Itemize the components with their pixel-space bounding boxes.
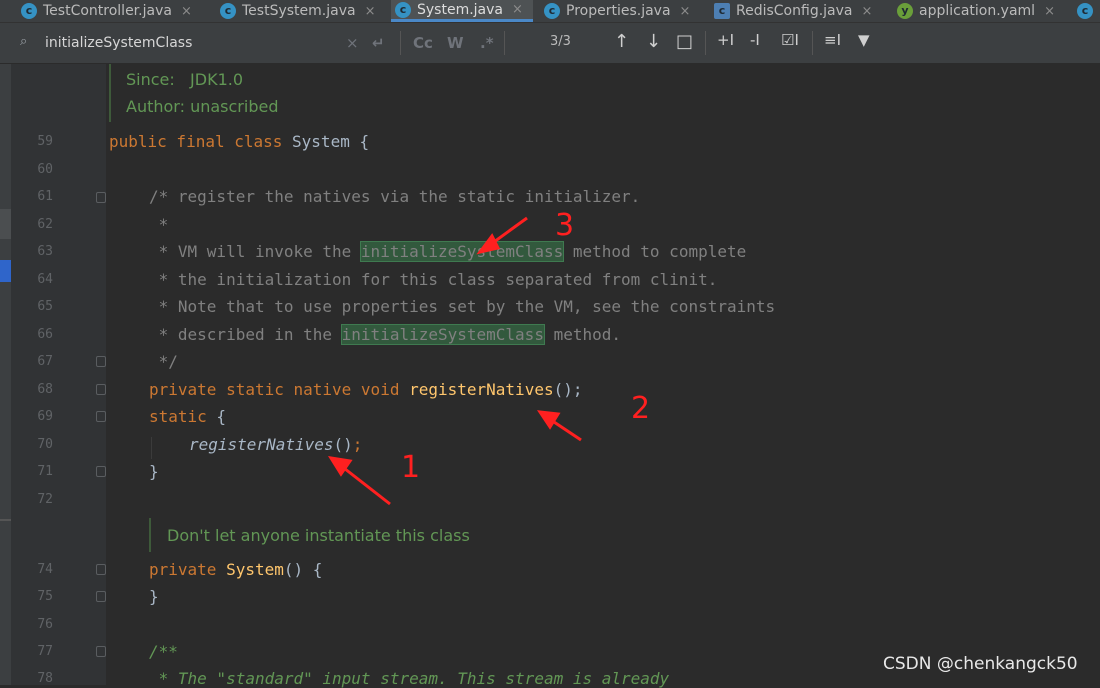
annotation-number-2: 2: [631, 391, 651, 426]
arrowhead-3: [476, 233, 501, 255]
arrow-1: [339, 463, 391, 506]
watermark: CSDN @chenkangck50: [883, 654, 1078, 674]
annotation-number-1: 1: [401, 450, 421, 485]
arrowhead-2: [536, 410, 561, 430]
annotation-number-3: 3: [555, 208, 575, 243]
annotation-overlay: [327, 216, 582, 506]
